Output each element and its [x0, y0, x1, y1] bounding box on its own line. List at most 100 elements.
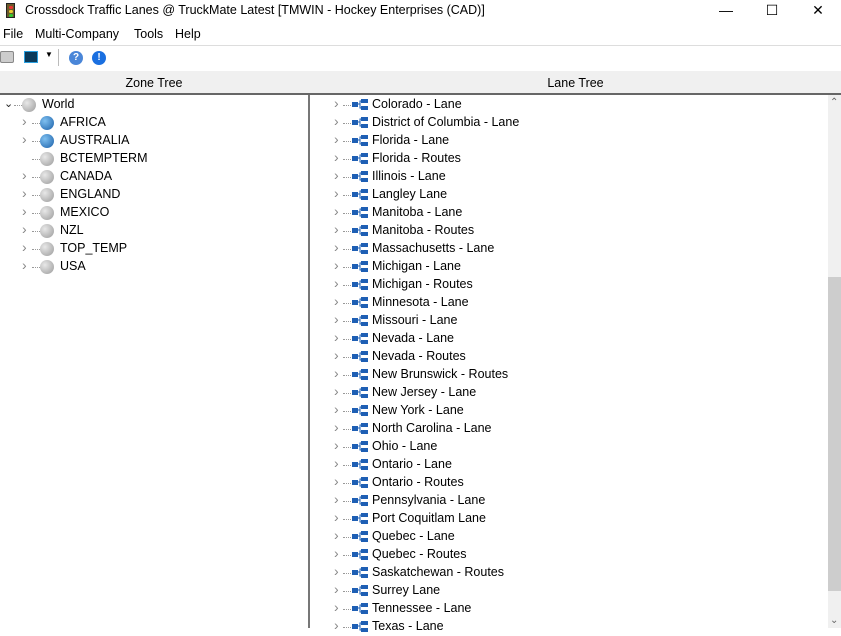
chevron-right-icon[interactable]: › — [334, 491, 339, 507]
chevron-right-icon[interactable]: › — [334, 203, 339, 219]
chevron-right-icon[interactable]: › — [334, 473, 339, 489]
zone-tree-item[interactable]: › ENGLAND — [0, 185, 308, 204]
menu-tools[interactable]: Tools — [134, 27, 163, 41]
chevron-right-icon[interactable]: › — [334, 257, 339, 273]
lane-tree-item[interactable]: › Manitoba - Routes — [310, 221, 828, 240]
zone-label: TOP_TEMP — [60, 241, 128, 255]
tree-connector — [343, 483, 351, 484]
chevron-right-icon[interactable]: › — [334, 599, 339, 615]
close-button[interactable]: ✕ — [795, 0, 841, 22]
lane-tree-item[interactable]: › New Jersey - Lane — [310, 383, 828, 402]
zone-tree-item[interactable]: › TOP_TEMP — [0, 239, 308, 258]
lane-tree-item[interactable]: › District of Columbia - Lane — [310, 113, 828, 132]
chevron-right-icon[interactable]: › — [334, 131, 339, 147]
chevron-right-icon[interactable]: › — [334, 311, 339, 327]
menu-help[interactable]: Help — [175, 27, 201, 41]
lane-tree-item[interactable]: › North Carolina - Lane — [310, 419, 828, 438]
menu-bar: File Multi-Company Tools Help — [0, 24, 841, 44]
lane-tree-item[interactable]: › Surrey Lane — [310, 581, 828, 600]
scrollbar-thumb[interactable] — [828, 276, 841, 592]
lane-tree-item[interactable]: › Michigan - Lane — [310, 257, 828, 276]
lane-tree-item[interactable]: › Massachusetts - Lane — [310, 239, 828, 258]
dropdown-icon[interactable]: ▼ — [45, 50, 53, 59]
chevron-right-icon[interactable]: › — [334, 437, 339, 453]
chevron-right-icon[interactable]: › — [334, 275, 339, 291]
lane-tree-item[interactable]: › Ontario - Lane — [310, 455, 828, 474]
lane-tree-item[interactable]: › Illinois - Lane — [310, 167, 828, 186]
lane-tree-item[interactable]: › Florida - Lane — [310, 131, 828, 150]
lane-tree-item[interactable]: › Michigan - Routes — [310, 275, 828, 294]
menu-multi-company[interactable]: Multi-Company — [35, 27, 119, 41]
zone-tree-item[interactable]: › CANADA — [0, 167, 308, 186]
zone-tree-item[interactable]: › MEXICO — [0, 203, 308, 222]
lane-tree-item[interactable]: › Port Coquitlam Lane — [310, 509, 828, 528]
lane-tree-item[interactable]: › Quebec - Routes — [310, 545, 828, 564]
chevron-right-icon[interactable]: › — [334, 401, 339, 417]
menu-file[interactable]: File — [3, 27, 23, 41]
chevron-right-icon[interactable]: › — [334, 239, 339, 255]
info-icon[interactable]: ! — [92, 51, 106, 65]
lane-tree-item[interactable]: › Colorado - Lane — [310, 95, 828, 114]
lane-tree-item[interactable]: › Pennsylvania - Lane — [310, 491, 828, 510]
monitor-icon[interactable] — [24, 51, 38, 63]
chevron-right-icon[interactable]: › — [334, 113, 339, 129]
lane-tree-item[interactable]: › Langley Lane — [310, 185, 828, 204]
chevron-right-icon[interactable]: › — [334, 617, 339, 633]
lane-tree-item[interactable]: › New Brunswick - Routes — [310, 365, 828, 384]
chevron-right-icon[interactable]: › — [22, 203, 27, 219]
chevron-right-icon[interactable]: › — [334, 383, 339, 399]
chevron-right-icon[interactable]: › — [22, 221, 27, 237]
chevron-right-icon[interactable]: › — [334, 347, 339, 363]
lane-tree-item[interactable]: › Manitoba - Lane — [310, 203, 828, 222]
chevron-right-icon[interactable]: › — [22, 113, 27, 129]
lane-tree-item[interactable]: › Nevada - Lane — [310, 329, 828, 348]
chevron-right-icon[interactable]: › — [334, 527, 339, 543]
chevron-right-icon[interactable]: › — [334, 509, 339, 525]
zone-tree-item[interactable]: › NZL — [0, 221, 308, 240]
chevron-right-icon[interactable]: › — [334, 455, 339, 471]
lane-tree-item[interactable]: › Saskatchewan - Routes — [310, 563, 828, 582]
chevron-right-icon[interactable]: › — [334, 563, 339, 579]
lane-tree-item[interactable]: › Missouri - Lane — [310, 311, 828, 330]
printer-icon[interactable] — [0, 51, 14, 63]
lane-tree-scrollbar[interactable]: ⌃ ⌄ — [828, 95, 841, 628]
chevron-down-icon[interactable]: ⌄ — [4, 97, 13, 110]
chevron-right-icon[interactable]: › — [22, 257, 27, 273]
zone-tree-item[interactable]: › AUSTRALIA — [0, 131, 308, 150]
lane-tree-item[interactable]: › New York - Lane — [310, 401, 828, 420]
scroll-up-icon[interactable]: ⌃ — [830, 97, 838, 108]
chevron-right-icon[interactable]: › — [334, 185, 339, 201]
chevron-right-icon[interactable]: › — [22, 167, 27, 183]
chevron-right-icon[interactable]: › — [334, 95, 339, 111]
help-icon[interactable]: ? — [69, 51, 83, 65]
zone-tree-item[interactable]: › AFRICA — [0, 113, 308, 132]
scroll-down-icon[interactable]: ⌄ — [830, 615, 838, 626]
lane-tree-item[interactable]: › Quebec - Lane — [310, 527, 828, 546]
chevron-right-icon[interactable]: › — [334, 545, 339, 561]
lane-label: Ontario - Routes — [372, 475, 464, 489]
chevron-right-icon[interactable]: › — [334, 581, 339, 597]
chevron-right-icon[interactable]: › — [22, 131, 27, 147]
lane-tree-item[interactable]: › Ontario - Routes — [310, 473, 828, 492]
chevron-right-icon[interactable]: › — [334, 149, 339, 165]
zone-tree-item[interactable]: BCTEMPTERM — [0, 150, 308, 168]
zone-tree-item[interactable]: ⌄ World — [0, 96, 308, 114]
chevron-right-icon[interactable]: › — [334, 221, 339, 237]
minimize-button[interactable]: — — [703, 0, 749, 22]
chevron-right-icon[interactable]: › — [334, 419, 339, 435]
lane-tree-item[interactable]: › Ohio - Lane — [310, 437, 828, 456]
chevron-right-icon[interactable]: › — [334, 365, 339, 381]
lane-tree-item[interactable]: › Florida - Routes — [310, 149, 828, 168]
chevron-right-icon[interactable]: › — [334, 293, 339, 309]
maximize-button[interactable]: ☐ — [749, 0, 795, 22]
zone-tree-item[interactable]: › USA — [0, 257, 308, 276]
chevron-right-icon[interactable]: › — [22, 185, 27, 201]
lane-tree-item[interactable]: › Tennessee - Lane — [310, 599, 828, 618]
chevron-right-icon[interactable]: › — [334, 167, 339, 183]
lane-tree-item[interactable]: › Texas - Lane — [310, 617, 828, 636]
lane-tree-item[interactable]: › Minnesota - Lane — [310, 293, 828, 312]
zone-label: ENGLAND — [60, 187, 121, 201]
chevron-right-icon[interactable]: › — [334, 329, 339, 345]
chevron-right-icon[interactable]: › — [22, 239, 27, 255]
lane-tree-item[interactable]: › Nevada - Routes — [310, 347, 828, 366]
